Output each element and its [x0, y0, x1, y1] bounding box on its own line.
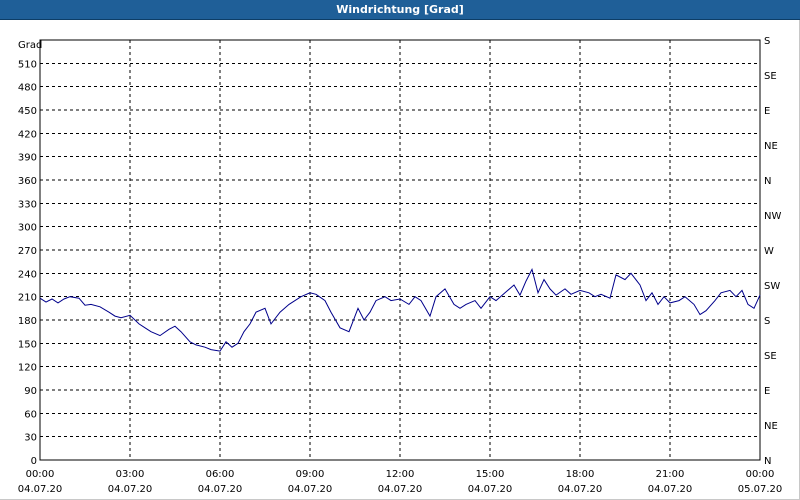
x-tick-date: 04.07.20	[468, 484, 513, 495]
x-tick-time: 03:00	[116, 469, 145, 480]
x-tick-time: 18:00	[566, 469, 595, 480]
compass-label: N	[764, 176, 771, 187]
x-tick-time: 15:00	[476, 469, 505, 480]
compass-label: S	[764, 36, 770, 47]
x-tick-time: 00:00	[26, 469, 55, 480]
x-tick-date: 04.07.20	[558, 484, 603, 495]
compass-label: W	[764, 246, 774, 257]
y-tick-label: 390	[18, 153, 37, 164]
x-tick-date: 04.07.20	[18, 484, 63, 495]
compass-label: E	[764, 386, 770, 397]
x-tick-date: 04.07.20	[198, 484, 243, 495]
y-tick-label: 0	[31, 456, 37, 467]
y-tick-label: 60	[24, 409, 37, 420]
grid-layer	[40, 40, 760, 460]
y-tick-label: 90	[24, 386, 37, 397]
y-tick-label: 450	[18, 106, 37, 117]
y-tick-label: 360	[18, 176, 37, 187]
y-tick-label: 480	[18, 83, 37, 94]
x-tick-time: 06:00	[206, 469, 235, 480]
y-tick-label: 120	[18, 363, 37, 374]
x-tick-time: 00:00	[746, 469, 775, 480]
compass-label: SE	[764, 71, 777, 82]
compass-label: NE	[764, 421, 778, 432]
x-tick-time: 21:00	[656, 469, 685, 480]
compass-label: NE	[764, 141, 778, 152]
wind-direction-chart: 0 30 60 90 120 150 180 210 240 270 300 330 360 390 420…	[18, 36, 783, 495]
y-tick-label: 240	[18, 269, 37, 280]
x-tick-date: 04.07.20	[378, 484, 423, 495]
x-tick-time: 09:00	[296, 469, 325, 480]
compass-label: SW	[764, 281, 780, 292]
compass-label: SE	[764, 351, 777, 362]
y-tick-label: 300	[18, 223, 37, 234]
y-tick-label: 270	[18, 246, 37, 257]
compass-label: S	[764, 316, 770, 327]
y-axis-label: Grad	[18, 40, 42, 51]
y-tick-label: 150	[18, 339, 37, 350]
x-tick-date: 04.07.20	[288, 484, 333, 495]
y-tick-label: 30	[24, 433, 37, 444]
x-tick-date: 05.07.20	[738, 484, 783, 495]
compass-label: N	[764, 456, 771, 467]
y-tick-label: 210	[18, 293, 37, 304]
x-tick-date: 04.07.20	[648, 484, 693, 495]
compass-label: E	[764, 106, 770, 117]
compass-label: NW	[764, 211, 781, 222]
x-tick-date: 04.07.20	[108, 484, 153, 495]
y-tick-label: 330	[18, 199, 37, 210]
y-tick-label: 510	[18, 59, 37, 70]
y-tick-label: 420	[18, 129, 37, 140]
y-tick-label: 180	[18, 316, 37, 327]
x-tick-time: 12:00	[386, 469, 415, 480]
